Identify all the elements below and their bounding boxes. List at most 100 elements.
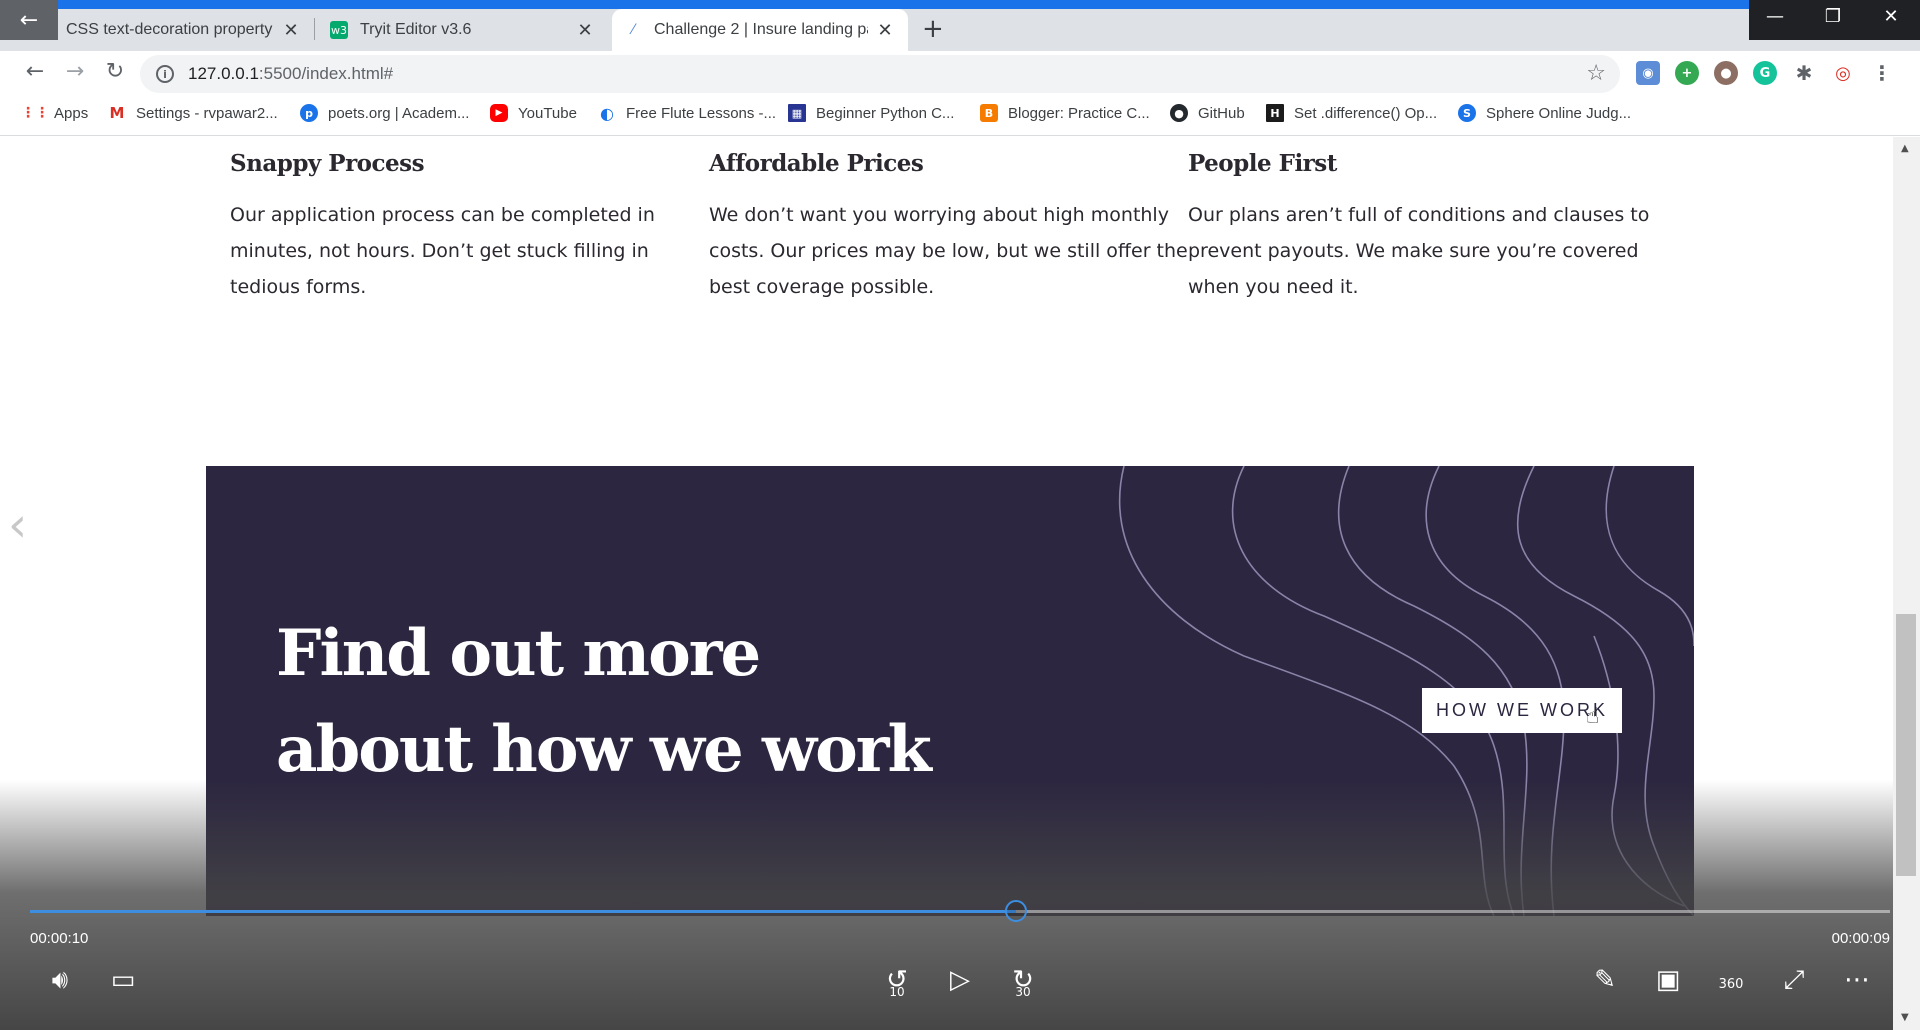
close-icon[interactable]: ✕	[576, 20, 594, 41]
url-path: :5500/index.html#	[258, 64, 394, 83]
time-elapsed: 00:00:10	[30, 930, 89, 947]
bookmark-blogger[interactable]: B Blogger: Practice C...	[980, 104, 1150, 122]
extension-icon[interactable]: ◉	[1636, 61, 1660, 85]
vscode-live-icon: ⁄	[631, 22, 635, 38]
bookmark-python[interactable]: ▦ Beginner Python C...	[788, 104, 954, 122]
python-course-icon: ▦	[788, 104, 806, 122]
cookie-icon[interactable]: ●	[1714, 61, 1738, 85]
profile-icon[interactable]: ◎	[1831, 61, 1855, 85]
close-icon[interactable]: ✕	[282, 20, 300, 41]
fullscreen-icon[interactable]: ⤢	[1774, 965, 1814, 996]
bookmark-label: Sphere Online Judg...	[1486, 104, 1632, 122]
scrollbar-thumb[interactable]	[1896, 614, 1916, 876]
flute-icon: ◐	[600, 103, 614, 123]
gmail-icon: M	[109, 104, 125, 122]
bookmark-flute[interactable]: ◐ Free Flute Lessons -...	[598, 103, 777, 123]
feature-title: Snappy Process	[230, 150, 425, 177]
tab-title: Tryit Editor v3.6	[360, 21, 472, 38]
bookmark-sphere[interactable]: S Sphere Online Judg...	[1458, 104, 1631, 122]
sphere-icon: S	[1458, 104, 1476, 122]
seek-bar-thumb[interactable]	[1005, 900, 1027, 922]
browser-toolbar: ← → ↻ i 127.0.0.1:5500/index.html# ☆ ◉ +…	[0, 51, 1920, 96]
scroll-up-arrow-icon[interactable]: ▲	[1901, 143, 1909, 154]
tab-strip: w3 CSS text-decoration property ✕ w3 Try…	[0, 0, 1920, 51]
tab-strip-accent	[0, 0, 1749, 9]
bookmark-gmail-settings[interactable]: M Settings - rvpawar2...	[108, 104, 278, 122]
tab-divider	[314, 18, 315, 40]
plus-extension-icon[interactable]: +	[1675, 61, 1699, 85]
rewind-seconds: 10	[889, 985, 905, 999]
vr-label: 360	[1718, 977, 1744, 992]
bookmark-label: Set .difference() Op...	[1294, 104, 1438, 122]
feature-body: We don’t want you worrying about high mo…	[709, 204, 1188, 298]
hackerrank-icon: H	[1266, 104, 1284, 122]
grammarly-icon[interactable]: G	[1753, 61, 1777, 85]
tab-tryit-editor[interactable]: w3 Tryit Editor v3.6 ✕	[318, 9, 608, 51]
feature-people-first: People First Our plans aren’t full of co…	[1188, 137, 1668, 305]
volume-icon[interactable]: 🔊︎	[40, 965, 80, 996]
bookmark-label: YouTube	[518, 104, 577, 122]
feature-affordable-prices: Affordable Prices We don’t want you worr…	[709, 137, 1189, 305]
bookmark-label: Settings - rvpawar2...	[136, 104, 278, 122]
mini-view-icon[interactable]: ▣	[1648, 965, 1688, 995]
bookmark-hackerrank[interactable]: H Set .difference() Op...	[1266, 104, 1437, 122]
bookmark-apps[interactable]: ⋮⋮ Apps	[21, 104, 89, 122]
tab-title: CSS text-decoration property	[66, 21, 273, 38]
banner-title-line1: Find out more	[276, 616, 761, 691]
poets-icon: p	[300, 104, 318, 122]
back-button[interactable]: ←	[20, 59, 50, 84]
bookmarks-bar: ⋮⋮ Apps M Settings - rvpawar2... p poets…	[0, 96, 1920, 136]
captions-icon[interactable]: ▭	[103, 965, 143, 995]
scroll-down-arrow-icon[interactable]: ▼	[1901, 1012, 1909, 1023]
minimize-button[interactable]: —	[1758, 6, 1792, 27]
forward-seconds: 30	[1015, 985, 1031, 999]
feature-body: Our plans aren’t full of conditions and …	[1188, 204, 1650, 298]
restore-button[interactable]: ❐	[1816, 6, 1850, 27]
bookmark-label: Blogger: Practice C...	[1008, 104, 1150, 122]
banner-title: Find out more about how we work	[276, 606, 932, 798]
rewind-button[interactable]: ↺ 10	[877, 965, 917, 999]
chevron-left-icon[interactable]: ‹	[8, 497, 27, 553]
feature-snappy-process: Snappy Process Our application process c…	[230, 137, 710, 305]
more-options-icon[interactable]: ⋯	[1837, 965, 1877, 995]
blogger-icon: B	[980, 104, 998, 122]
seek-bar-fill	[30, 910, 1016, 913]
bookmark-label: poets.org | Academ...	[328, 104, 470, 122]
seek-bar[interactable]	[30, 900, 1890, 922]
address-bar[interactable]: i 127.0.0.1:5500/index.html# ☆	[140, 55, 1620, 93]
vr-360-icon[interactable]: 360	[1711, 965, 1751, 995]
info-icon[interactable]: i	[156, 65, 174, 83]
url-host: 127.0.0.1	[188, 64, 259, 83]
menu-icon[interactable]: ⋮	[1870, 61, 1894, 85]
tab-title: Challenge 2 | Insure landing page	[654, 21, 868, 38]
feature-title: Affordable Prices	[709, 150, 924, 177]
bookmark-youtube[interactable]: ▶ YouTube	[490, 104, 577, 122]
page-scrollbar[interactable]: ▲ ▼	[1893, 137, 1920, 1030]
close-window-button[interactable]: ✕	[1874, 6, 1908, 27]
forward-button[interactable]: →	[60, 59, 90, 84]
bookmark-label: GitHub	[1198, 104, 1245, 122]
time-remaining: 00:00:09	[1831, 930, 1890, 947]
play-button[interactable]: ▷	[940, 965, 980, 995]
apps-grid-icon: ⋮⋮	[21, 105, 49, 121]
new-tab-button[interactable]: +	[922, 14, 944, 44]
w3-icon: w3	[330, 21, 348, 39]
feature-title: People First	[1188, 150, 1337, 177]
bookmark-label: Apps	[54, 104, 89, 122]
bookmark-poets[interactable]: p poets.org | Academ...	[300, 104, 469, 122]
tab-insure-landing[interactable]: ⁄ Challenge 2 | Insure landing page ✕	[612, 9, 908, 51]
bookmark-label: Beginner Python C...	[816, 104, 955, 122]
forward-button[interactable]: ↻ 30	[1003, 965, 1043, 999]
bookmark-label: Free Flute Lessons -...	[626, 104, 777, 122]
tab-css-text-decoration[interactable]: w3 CSS text-decoration property ✕	[24, 9, 314, 51]
back-arrow-icon[interactable]: ←	[0, 0, 58, 40]
close-icon[interactable]: ✕	[876, 20, 894, 41]
feature-body: Our application process can be completed…	[230, 204, 655, 298]
pencil-icon[interactable]: ✎	[1585, 965, 1625, 995]
puzzle-icon[interactable]: ✱	[1792, 61, 1816, 85]
reload-button[interactable]: ↻	[100, 59, 130, 84]
bookmark-star-icon[interactable]: ☆	[1586, 61, 1606, 86]
cursor-hand-icon: ☝	[1586, 704, 1600, 729]
youtube-icon: ▶	[490, 104, 508, 122]
bookmark-github[interactable]: ● GitHub	[1170, 104, 1245, 122]
